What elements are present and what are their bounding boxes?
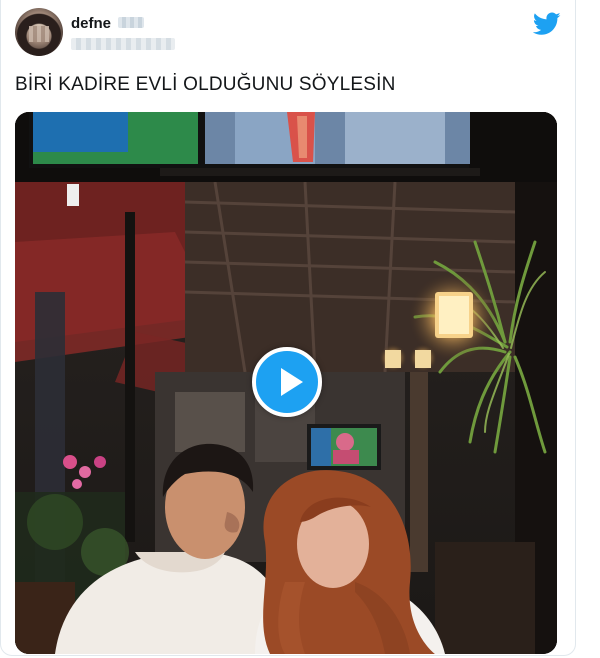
- blurred-handle: [71, 38, 175, 50]
- play-button[interactable]: [252, 347, 322, 417]
- tweet-card: defne BİRİ KADİRE EVLİ OLDUĞUNU SÖYLESİN: [0, 0, 576, 656]
- tweet-header: defne: [15, 8, 563, 60]
- author-name[interactable]: defne: [71, 15, 111, 32]
- avatar-blur: [29, 26, 49, 42]
- video-thumbnail[interactable]: [15, 112, 557, 654]
- avatar[interactable]: [15, 8, 63, 56]
- blurred-badge: [118, 17, 144, 28]
- play-icon: [281, 368, 303, 396]
- tweet-text: BİRİ KADİRE EVLİ OLDUĞUNU SÖYLESİN: [15, 74, 396, 95]
- twitter-bird-icon[interactable]: [533, 12, 561, 36]
